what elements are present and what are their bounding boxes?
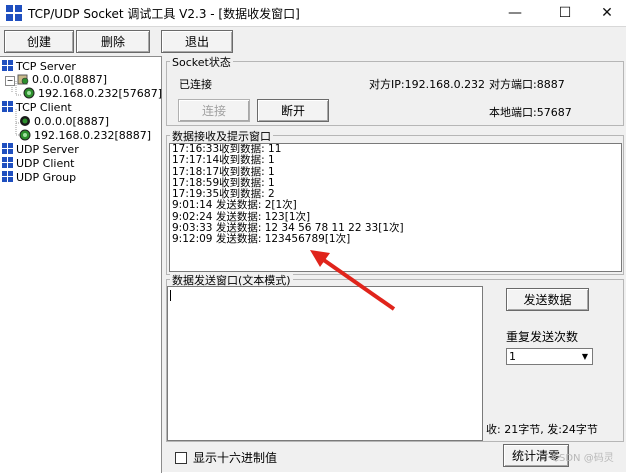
peer-port: 对方端口:8887 [489, 78, 565, 91]
peer-ip: 对方IP:192.168.0.232 [369, 78, 486, 91]
minimize-button[interactable]: — [492, 0, 538, 26]
connect-button[interactable]: 连接 [178, 99, 250, 122]
minimize-icon: — [508, 5, 522, 21]
repeat-count-label: 重复发送次数 [506, 330, 579, 344]
maximize-icon: ☐ [558, 5, 572, 21]
receive-group-label: 数据接收及提示窗口 [170, 128, 273, 144]
tree-item-udp-server[interactable]: UDP Server [2, 143, 79, 157]
tree-item-tcp-client-b[interactable]: 192.168.0.232[8887] [19, 129, 151, 143]
tree-label: UDP Group [16, 171, 77, 184]
tree-label: UDP Server [16, 143, 79, 156]
tree-connector-lines [11, 81, 22, 136]
tree-item-udp-client[interactable]: UDP Client [2, 157, 75, 171]
chevron-down-icon[interactable]: ▼ [578, 349, 592, 364]
repeat-count-select[interactable]: 1 ▼ [506, 348, 593, 365]
local-port: 本地端口:57687 [489, 106, 572, 119]
text-cursor [170, 290, 171, 301]
send-data-button[interactable]: 发送数据 [506, 288, 589, 311]
udp-client-icon [2, 157, 13, 168]
app-icon [6, 5, 22, 21]
receive-log-line: 17:17:14收到数据: 1 [172, 154, 275, 167]
create-button[interactable]: 创建 [4, 30, 74, 53]
tcp-server-icon [2, 60, 13, 71]
hex-display-label: 显示十六进制值 [193, 451, 278, 465]
tree-label: 192.168.0.232[57687] [38, 87, 163, 100]
exit-button[interactable]: 退出 [161, 30, 233, 53]
maximize-button[interactable]: ☐ [542, 0, 588, 26]
annotation-arrow [310, 250, 396, 311]
connection-state: 已连接 [179, 78, 212, 91]
socket-status-label: Socket状态 [170, 54, 233, 70]
close-button[interactable]: ✕ [584, 0, 626, 26]
watermark: CSDN @码灵 [552, 453, 614, 464]
hex-display-checkbox[interactable] [175, 452, 187, 464]
byte-stats: 收: 21字节, 发:24字节 [486, 423, 598, 436]
repeat-count-value: 1 [509, 350, 516, 363]
tree-label: UDP Client [16, 157, 75, 170]
receive-log-line: 9:12:09 发送数据: 123456789[1次] [172, 233, 351, 246]
udp-server-icon [2, 143, 13, 154]
udp-group-icon [2, 171, 13, 182]
tree-label: 192.168.0.232[8887] [34, 129, 152, 142]
close-icon: ✕ [601, 5, 613, 21]
disconnect-button[interactable]: 断开 [257, 99, 329, 122]
tree-item-tcp-server-connection[interactable]: 192.168.0.232[57687] [23, 87, 162, 101]
window-title: TCP/UDP Socket 调试工具 V2.3 - [数据收发窗口] [28, 7, 300, 21]
tree-label: 0.0.0.0[8887] [32, 73, 108, 86]
tree-label: 0.0.0.0[8887] [34, 115, 110, 128]
tree-item-tcp-client-a[interactable]: 0.0.0.0[8887] [19, 115, 109, 129]
tree-item-udp-group[interactable]: UDP Group [2, 171, 76, 185]
socket-tree: TCP Server −0.0.0.0[8887] 192.168.0.232[… [0, 56, 162, 473]
delete-button[interactable]: 删除 [76, 30, 150, 53]
